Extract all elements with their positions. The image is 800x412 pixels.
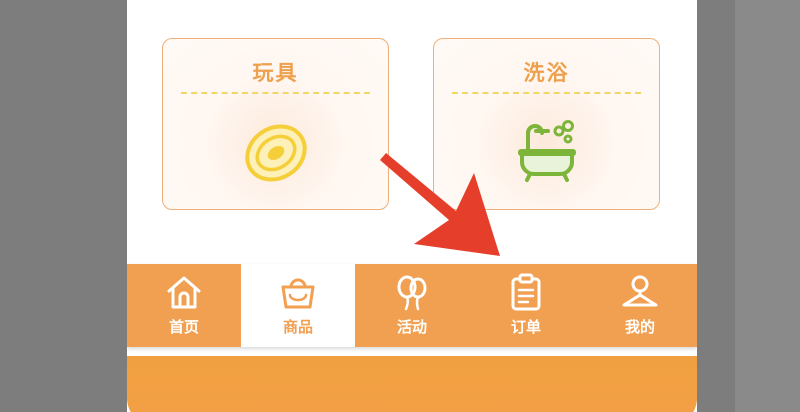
- bottom-banner: [127, 356, 697, 412]
- balloon-icon: [392, 273, 432, 315]
- nav-label-orders: 订单: [510, 318, 541, 336]
- bottom-nav: 首页 商品 活动 订单 我的: [127, 264, 697, 347]
- category-card-toys[interactable]: 玩具: [162, 38, 389, 210]
- nav-label-activities: 活动: [396, 318, 427, 336]
- nav-label-products: 商品: [282, 318, 313, 336]
- app-screen: 玩具 洗浴 首页 商品 活动 订单 我的: [127, 0, 697, 412]
- frisbee-icon: [241, 119, 311, 189]
- user-icon: [620, 273, 660, 315]
- shopping-bag-icon: [278, 273, 318, 315]
- category-label-toys: 玩具: [252, 61, 299, 85]
- nav-item-orders[interactable]: 订单: [469, 264, 583, 347]
- nav-label-home: 首页: [168, 318, 199, 336]
- clipboard-icon: [506, 273, 546, 315]
- nav-item-home[interactable]: 首页: [127, 264, 241, 347]
- home-icon: [164, 273, 204, 315]
- dashed-divider: [181, 92, 370, 94]
- dashed-divider: [452, 92, 641, 94]
- category-card-bath[interactable]: 洗浴: [433, 38, 660, 210]
- nav-label-profile: 我的: [624, 318, 655, 336]
- bathtub-icon: [514, 119, 580, 187]
- desktop-background: [735, 0, 800, 412]
- category-label-bath: 洗浴: [523, 61, 570, 85]
- nav-item-profile[interactable]: 我的: [583, 264, 697, 347]
- nav-item-products[interactable]: 商品: [241, 264, 355, 347]
- nav-item-activities[interactable]: 活动: [355, 264, 469, 347]
